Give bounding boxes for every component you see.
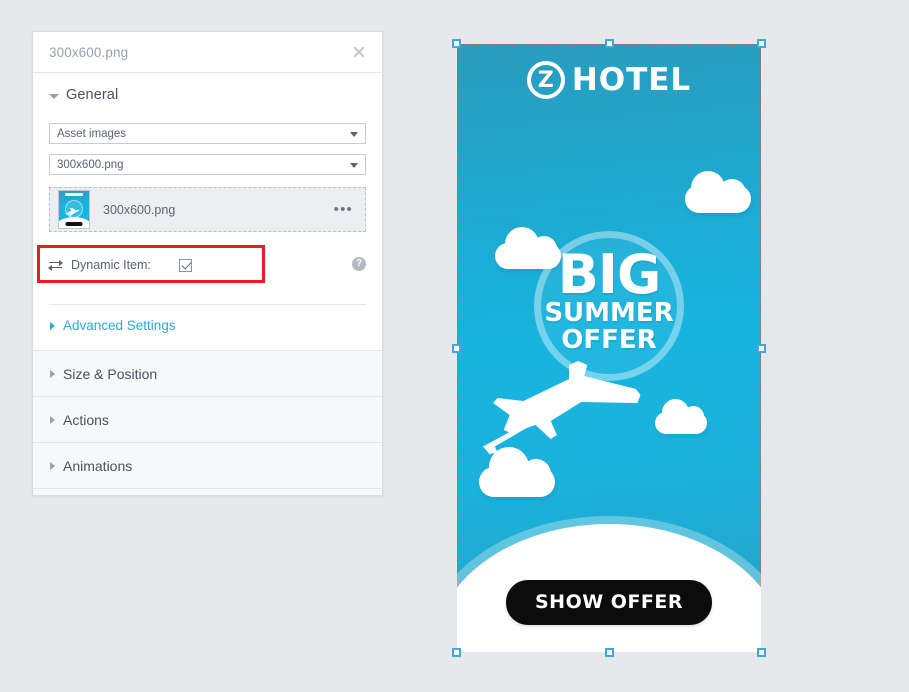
chevron-right-icon: [50, 321, 55, 330]
general-section: General: [33, 73, 382, 109]
asset-preview-row[interactable]: 300x600.png •••: [49, 187, 366, 232]
section-label: Size & Position: [63, 365, 158, 382]
asset-thumbnail: [58, 190, 90, 229]
banner-canvas[interactable]: Z HOTEL BIG SUMMER OFFER SHOW OFFER: [452, 39, 766, 657]
chevron-right-icon: [50, 415, 55, 424]
asset-file-select[interactable]: 300x600.png: [49, 154, 366, 175]
help-icon[interactable]: ?: [352, 257, 366, 271]
chevron-down-icon: [350, 131, 358, 137]
chevron-down-icon: [350, 162, 358, 168]
panel-header: 300x600.png: [33, 32, 382, 73]
general-section-header[interactable]: General: [49, 87, 366, 103]
dynamic-item-row-wrapper: Dynamic Item: ?: [37, 245, 366, 290]
thumbnail-logo-bar: [65, 193, 83, 196]
close-icon[interactable]: [350, 43, 368, 61]
resize-handle-bottom-center[interactable]: [605, 648, 614, 657]
section-size-and-position[interactable]: Size & Position: [33, 350, 382, 396]
chevron-right-icon: [50, 369, 55, 378]
resize-handle-middle-left[interactable]: [452, 344, 461, 353]
section-label: Actions: [63, 411, 109, 428]
asset-file-value: 300x600.png: [57, 158, 124, 171]
brand-logo: Z HOTEL: [457, 61, 761, 99]
resize-handle-top-left[interactable]: [452, 39, 461, 48]
panel-footer: [33, 488, 382, 495]
resize-handle-bottom-right[interactable]: [757, 648, 766, 657]
swap-arrows-icon: [48, 259, 64, 271]
general-form: Asset images 300x600.png 300x600.png •••: [33, 123, 382, 350]
thumbnail-cta: [65, 222, 83, 226]
thumbnail-ring: [65, 200, 83, 218]
resize-handle-bottom-left[interactable]: [452, 648, 461, 657]
section-animations[interactable]: Animations: [33, 442, 382, 488]
banner-creative[interactable]: Z HOTEL BIG SUMMER OFFER SHOW OFFER: [457, 44, 761, 652]
show-offer-button[interactable]: SHOW OFFER: [505, 580, 713, 625]
resize-handle-middle-right[interactable]: [757, 344, 766, 353]
section-actions[interactable]: Actions: [33, 396, 382, 442]
headline-summer: SUMMER: [544, 298, 674, 328]
resize-handle-top-center[interactable]: [605, 39, 614, 48]
asset-source-value: Asset images: [57, 127, 127, 140]
dynamic-item-checkbox[interactable]: [179, 258, 192, 272]
asset-overflow-menu-icon[interactable]: •••: [334, 202, 353, 217]
advanced-settings-toggle[interactable]: Advanced Settings: [49, 305, 366, 350]
asset-source-select[interactable]: Asset images: [49, 123, 366, 144]
general-section-label: General: [66, 87, 119, 103]
resize-handle-top-right[interactable]: [757, 39, 766, 48]
logo-circle-z-icon: Z: [526, 61, 565, 99]
image-properties-panel: 300x600.png General Asset images 300x600…: [32, 31, 383, 496]
section-label: Animations: [63, 457, 133, 474]
asset-file-name: 300x600.png: [103, 202, 176, 217]
headline-offer: OFFER: [561, 325, 657, 355]
dynamic-item-row: Dynamic Item:: [48, 254, 366, 276]
headline-big: BIG: [557, 243, 662, 306]
offer-headline: BIG SUMMER OFFER: [457, 243, 761, 355]
advanced-settings-label: Advanced Settings: [63, 318, 176, 333]
panel-title: 300x600.png: [49, 44, 129, 60]
dynamic-item-label: Dynamic Item:: [71, 258, 151, 272]
logo-text: HOTEL: [571, 61, 692, 98]
chevron-down-icon: [49, 93, 59, 99]
chevron-right-icon: [50, 461, 55, 470]
